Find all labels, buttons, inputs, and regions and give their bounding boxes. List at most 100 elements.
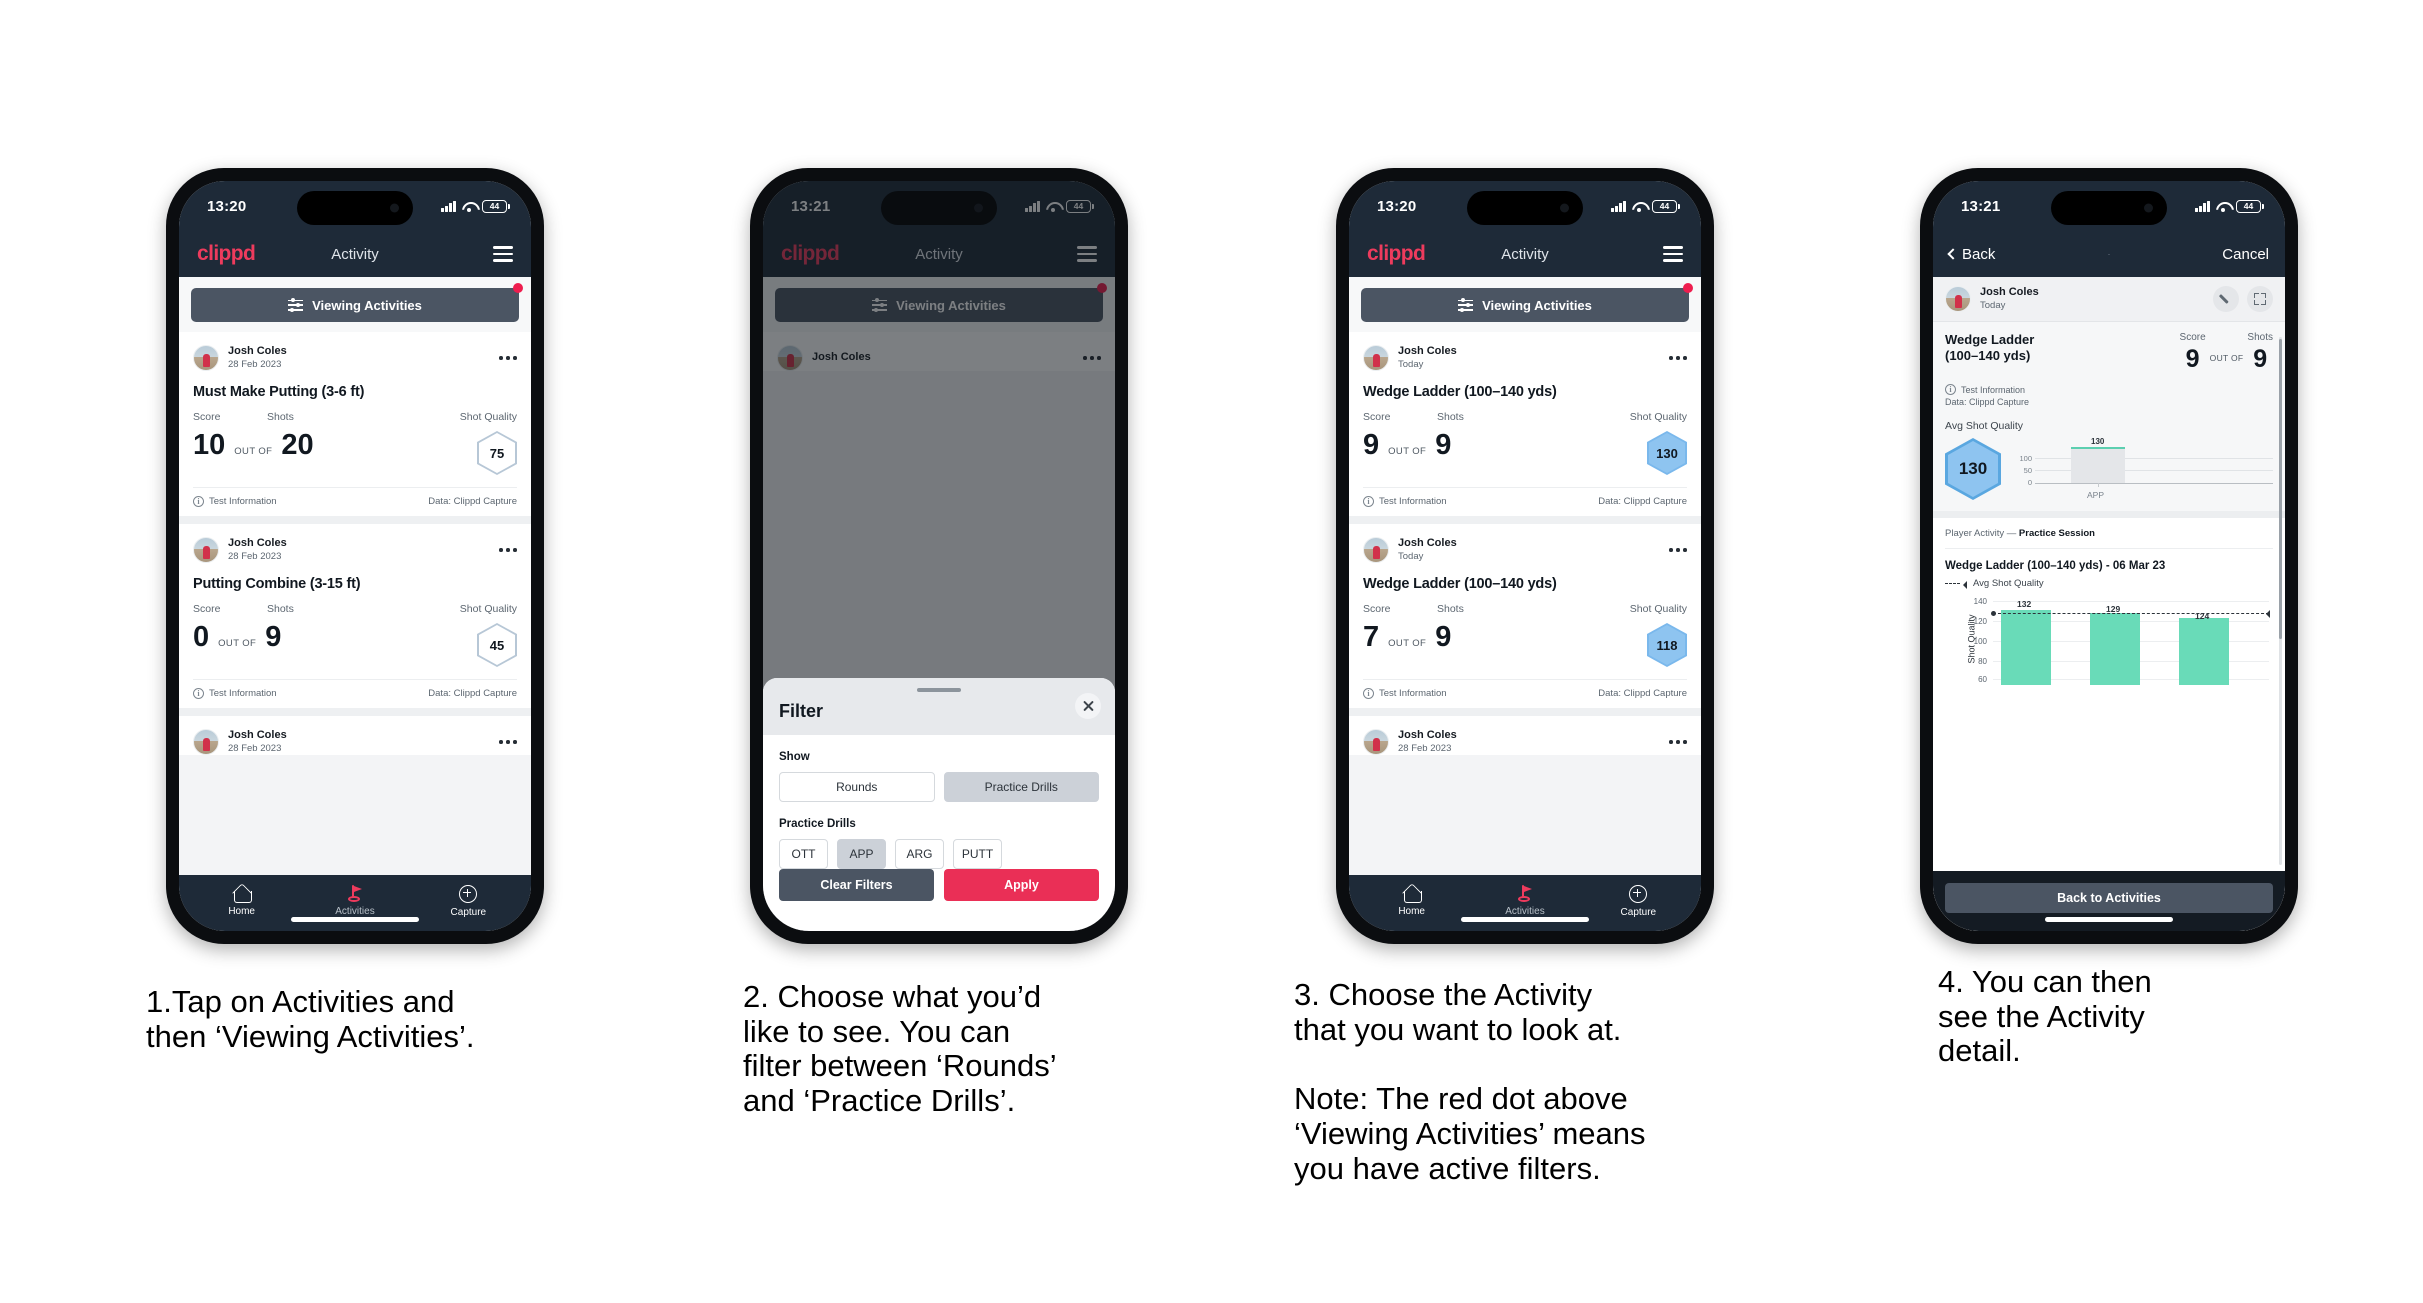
test-information-label: Test Information <box>1379 496 1447 507</box>
card-divider <box>179 516 531 524</box>
activity-card[interactable]: Josh Coles 28 Feb 2023 <box>1349 716 1701 755</box>
avatar <box>193 729 219 755</box>
battery-icon: 44 <box>482 199 510 213</box>
fullscreen-button[interactable] <box>2247 286 2273 312</box>
edit-button[interactable] <box>2213 286 2239 312</box>
data-source-label: Data: Clippd Capture <box>428 688 517 699</box>
activity-card[interactable]: Josh Coles 28 Feb 2023 Must Make Putting… <box>179 332 531 516</box>
avg-shot-quality-badge: 130 <box>1945 438 2001 500</box>
activity-title: Wedge Ladder (100–140 yds) <box>1363 384 1557 400</box>
score-label: Score <box>1363 411 1391 423</box>
filter-bar: Viewing Activities <box>1349 277 1701 332</box>
avatar <box>193 537 219 563</box>
phone-1-activities-list: 13:20 44 clippd Activity Viewing Activit… <box>166 168 544 944</box>
activity-title: Putting Combine (3-15 ft) <box>193 576 361 592</box>
shots-label: Shots <box>2247 332 2273 343</box>
card-header: Josh Coles 28 Feb 2023 <box>193 345 517 371</box>
plus-circle-icon <box>459 884 478 903</box>
score-label: Score <box>2179 332 2206 343</box>
clippd-logo[interactable]: clippd <box>1367 242 1426 266</box>
player-name: Josh Coles <box>228 729 287 742</box>
more-options-icon[interactable] <box>499 356 517 360</box>
more-options-icon[interactable] <box>499 740 517 744</box>
more-options-icon[interactable] <box>499 548 517 552</box>
tab-activities[interactable]: Activities <box>298 877 411 917</box>
tab-home[interactable]: Home <box>1355 878 1468 917</box>
caption-step-4: 4. You can then see the Activity detail. <box>1938 964 2152 1069</box>
avg-shot-quality-value: 130 <box>1948 441 1998 497</box>
viewing-activities-button[interactable]: Viewing Activities <box>191 288 519 322</box>
activity-card[interactable]: Josh Coles 28 Feb 2023 Putting Combine (… <box>179 524 531 708</box>
score-value: 10 <box>193 429 226 461</box>
tab-label: Home <box>1398 905 1425 917</box>
drag-handle[interactable] <box>917 688 961 692</box>
filter-bar: Viewing Activities <box>179 277 531 332</box>
score-value: 0 <box>193 621 210 653</box>
more-options-icon[interactable] <box>1669 356 1687 360</box>
player-activity-value: Practice Session <box>2018 528 2095 539</box>
detail-title: Wedge Ladder (100–140 yds) <box>1945 332 2035 364</box>
shot-quality-label: Shot Quality <box>1629 603 1687 615</box>
shots-label: Shots <box>267 603 294 615</box>
clippd-logo[interactable]: clippd <box>197 242 256 266</box>
card-header: Josh Coles 28 Feb 2023 <box>1363 729 1687 755</box>
mini-ytick: 50 <box>2023 466 2032 475</box>
hamburger-icon[interactable] <box>493 246 513 262</box>
avatar <box>1363 345 1389 371</box>
cellular-signal-icon <box>1611 200 1626 212</box>
activity-date: 28 Feb 2023 <box>228 742 282 754</box>
chip-ott[interactable]: OTT <box>779 839 828 869</box>
tutorial-board: 13:20 44 clippd Activity Viewing Activit… <box>0 0 2423 1303</box>
chip-arg[interactable]: ARG <box>895 839 944 869</box>
shots-value: 9 <box>2253 345 2268 373</box>
card-header: Josh Coles 28 Feb 2023 <box>193 537 517 563</box>
out-of-label: OUT OF <box>2209 353 2244 363</box>
home-icon <box>1403 886 1422 903</box>
data-source-label: Data: Clippd Capture <box>1945 397 2030 407</box>
activity-card[interactable]: Josh Coles Today Wedge Ladder (100–140 y… <box>1349 332 1701 516</box>
back-to-activities-button[interactable]: Back to Activities <box>1945 883 2273 913</box>
apply-button[interactable]: Apply <box>944 869 1099 901</box>
score-label: Score <box>193 603 221 615</box>
close-icon[interactable] <box>1075 693 1101 719</box>
test-information-label: Test Information <box>1961 384 2026 395</box>
wifi-icon <box>1632 201 1646 212</box>
scrollbar-thumb[interactable] <box>2279 339 2282 639</box>
chip-rounds[interactable]: Rounds <box>779 772 935 802</box>
viewing-activities-button[interactable]: Viewing Activities <box>1361 288 1689 322</box>
activity-date: 28 Feb 2023 <box>1398 742 1452 754</box>
player-activity-section: Player Activity — Practice Session Wedge… <box>1933 511 2285 685</box>
activity-date: 28 Feb 2023 <box>228 358 282 370</box>
bar <box>2001 610 2051 685</box>
chip-practice-drills[interactable]: Practice Drills <box>943 772 1099 802</box>
activity-card[interactable]: Josh Coles 28 Feb 2023 <box>179 716 531 755</box>
shots-label: Shots <box>1437 603 1464 615</box>
bar <box>2179 618 2229 685</box>
player-name: Josh Coles <box>1398 537 1457 550</box>
shot-quality-value: 118 <box>1649 625 1685 665</box>
chip-app[interactable]: APP <box>837 839 886 869</box>
card-divider <box>1349 516 1701 524</box>
score-value: 9 <box>1363 429 1380 461</box>
home-indicator <box>291 917 419 922</box>
hamburger-icon[interactable] <box>1663 246 1683 262</box>
score-value: 7 <box>1363 621 1380 653</box>
practice-drills-label: Practice Drills <box>779 818 856 830</box>
data-source-label: Data: Clippd Capture <box>1598 496 1687 507</box>
dynamic-island <box>297 191 413 225</box>
more-options-icon[interactable] <box>1669 740 1687 744</box>
chip-putt[interactable]: PUTT <box>953 839 1002 869</box>
tab-capture[interactable]: Capture <box>412 877 525 918</box>
y-tick: 120 <box>1973 617 1987 626</box>
activity-card[interactable]: Josh Coles Today Wedge Ladder (100–140 y… <box>1349 524 1701 708</box>
tab-activities[interactable]: Activities <box>1468 877 1581 917</box>
avg-shot-quality-section: Avg Shot Quality 130 100 50 0 130 APP <box>1933 416 2285 511</box>
tab-home[interactable]: Home <box>185 878 298 917</box>
clear-filters-button[interactable]: Clear Filters <box>779 869 934 901</box>
more-options-icon[interactable] <box>1669 548 1687 552</box>
player-name: Josh Coles <box>228 345 287 358</box>
activities-body: Viewing Activities Josh Coles Today Wedg… <box>1349 277 1701 875</box>
mini-ytick: 0 <box>2027 478 2032 487</box>
tab-capture[interactable]: Capture <box>1582 877 1695 918</box>
info-icon: i <box>1945 384 1956 395</box>
